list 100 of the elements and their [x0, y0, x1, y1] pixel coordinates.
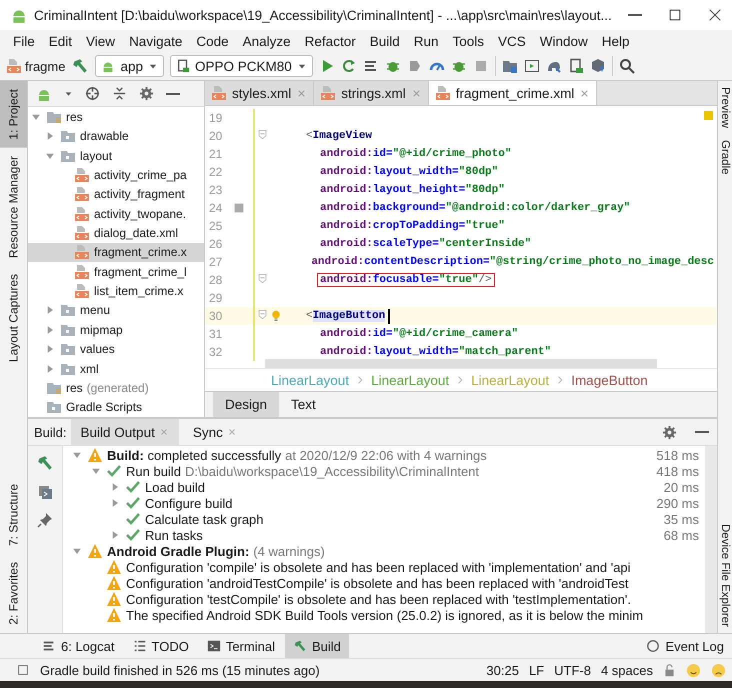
close-icon[interactable]: [296, 88, 308, 98]
tool-window-tab[interactable]: 7: Structure: [0, 476, 27, 554]
tree-item[interactable]: layout: [28, 146, 204, 166]
line-number: 31: [208, 327, 224, 341]
tree-item[interactable]: activity_fragment: [28, 184, 204, 204]
xml-file-icon: [74, 264, 90, 280]
tree-item[interactable]: values: [28, 339, 204, 359]
close-icon[interactable]: [410, 88, 422, 98]
folder-icon[interactable]: [502, 58, 518, 74]
tool-window-tab[interactable]: 6: Logcat: [34, 634, 122, 658]
event-log-tab[interactable]: Event Log: [638, 634, 732, 658]
phone-icon: [176, 59, 190, 73]
hide-icon[interactable]: [166, 92, 180, 95]
menubar-entry[interactable]: Help: [594, 34, 637, 48]
locate-icon[interactable]: [85, 86, 100, 102]
device-dropdown[interactable]: OPPO PCKM80: [170, 55, 313, 77]
hammer-icon[interactable]: [71, 57, 90, 75]
panel-tab[interactable]: Sync: [182, 419, 247, 445]
code-line: android:layout_height="80dp": [319, 183, 506, 197]
tree-item[interactable]: fragment_crime_l: [28, 262, 204, 282]
close-icon[interactable]: [579, 88, 590, 98]
build-message: Build: completed successfully: [107, 448, 282, 462]
sad-face-icon[interactable]: [711, 662, 726, 678]
xml-file-icon: [434, 85, 451, 101]
caret-position[interactable]: 30:25: [486, 662, 519, 678]
menubar-entry[interactable]: Build: [362, 34, 407, 48]
settings-icon[interactable]: [662, 424, 677, 440]
tree-item[interactable]: menu: [28, 300, 204, 320]
fold-icon[interactable]: [256, 129, 268, 140]
code-line: android:id="@+id/crime_camera": [319, 327, 520, 341]
fold-icon[interactable]: [256, 273, 268, 284]
file-crumb[interactable]: fragme: [25, 58, 66, 74]
view-tab[interactable]: Design: [213, 392, 280, 417]
code-line: android:background="@android:color/darker_gray": [319, 201, 632, 215]
menubar-entry[interactable]: Navigate: [122, 34, 190, 48]
window-icon[interactable]: [524, 58, 540, 74]
console-icon[interactable]: [37, 484, 53, 500]
lines-icon[interactable]: [362, 58, 379, 74]
tree-item[interactable]: xml: [28, 358, 204, 378]
line-ending[interactable]: LF: [528, 662, 544, 678]
menubar-entry[interactable]: Edit: [42, 34, 80, 48]
fold-icon[interactable]: [256, 309, 268, 320]
tool-window-tab[interactable]: Resource Manager: [0, 148, 27, 266]
lightbulb-icon[interactable]: [270, 310, 282, 322]
close-icon[interactable]: [158, 427, 169, 437]
tool-window-tab[interactable]: 1: Project: [0, 81, 27, 148]
hammer-icon[interactable]: [36, 454, 54, 472]
duration: 20 ms: [664, 480, 700, 494]
editor-tab[interactable]: fragment_crime.xml: [428, 81, 598, 105]
scrollbar[interactable]: [705, 446, 717, 633]
config-dropdown[interactable]: app: [95, 55, 164, 77]
menubar-entry[interactable]: View: [79, 34, 122, 48]
tool-window-tab[interactable]: 2: Favorites: [0, 554, 27, 633]
tool-window-tab[interactable]: Layout Captures: [0, 266, 27, 370]
apply-changes-icon[interactable]: [340, 58, 357, 74]
tree-item[interactable]: drawable: [28, 126, 204, 146]
collapse-icon[interactable]: [112, 86, 127, 102]
tree-item[interactable]: mipmap: [28, 320, 204, 340]
tree-item[interactable]: res: [28, 107, 204, 127]
tree-item[interactable]: activity_twopane.: [28, 204, 204, 224]
close-icon[interactable]: [226, 427, 237, 437]
indent-setting[interactable]: 4 spaces: [600, 662, 653, 678]
lock-icon[interactable]: [663, 664, 676, 676]
menubar-entry[interactable]: Window: [532, 34, 595, 48]
tree-item[interactable]: activity_crime_pa: [28, 165, 204, 185]
tool-window-tab[interactable]: TODO: [124, 634, 197, 658]
tree-item[interactable]: fragment_crime.x: [28, 242, 204, 262]
tool-window-tab[interactable]: Build: [284, 634, 349, 658]
line-number: 19: [208, 111, 224, 125]
pin-icon[interactable]: [37, 512, 53, 528]
settings-icon[interactable]: [139, 86, 154, 102]
menubar-entry[interactable]: Refactor: [298, 34, 363, 48]
tree-item[interactable]: res (generated): [28, 378, 204, 398]
warning-icon: [106, 607, 122, 623]
scrollbar[interactable]: [265, 359, 657, 368]
tool-window-tab[interactable]: Terminal: [198, 634, 283, 658]
tree-item[interactable]: dialog_date.xml: [28, 223, 204, 243]
editor-tab[interactable]: strings.xml: [314, 81, 429, 105]
build-message: Configure build: [145, 496, 232, 510]
tool-window-tab[interactable]: Gradle: [718, 134, 732, 180]
breadcrumb-item[interactable]: ImageButton: [571, 372, 648, 388]
tool-window-tab[interactable]: Preview: [718, 81, 732, 134]
phone-icon[interactable]: [568, 58, 584, 74]
menubar-entry[interactable]: Tools: [446, 34, 492, 48]
search-icon[interactable]: [618, 58, 635, 74]
menubar-entry[interactable]: Analyze: [236, 34, 298, 48]
tool-window-tab[interactable]: Device File Explorer: [718, 518, 732, 633]
menubar-entry[interactable]: File: [6, 34, 42, 48]
happy-face-icon[interactable]: [686, 662, 701, 678]
encoding[interactable]: UTF-8: [554, 662, 591, 678]
tree-item[interactable]: list_item_crime.x: [28, 281, 204, 301]
tree-item[interactable]: Gradle Scripts: [28, 398, 204, 417]
panel-toggle-icon[interactable]: [16, 663, 30, 677]
panel-tab[interactable]: Build Output: [70, 419, 179, 445]
menubar-entry[interactable]: Code: [189, 34, 236, 48]
menubar-entry[interactable]: VCS: [491, 34, 533, 48]
duration: 290 ms: [656, 496, 700, 510]
editor-tab[interactable]: styles.xml: [205, 81, 314, 105]
line-number: 20: [208, 129, 224, 143]
menubar-entry[interactable]: Run: [406, 34, 446, 48]
